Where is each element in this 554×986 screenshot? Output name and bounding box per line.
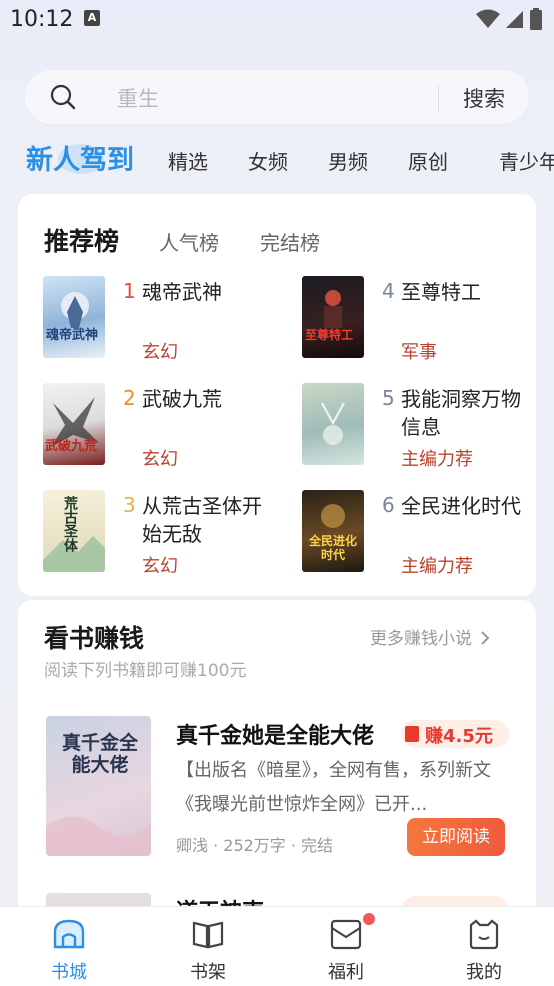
search-input[interactable]: 重生	[117, 83, 159, 113]
book-title: 至尊特工	[401, 280, 481, 304]
ranking-book-item[interactable]: 武破九荒 2 武破九荒 玄幻	[43, 383, 293, 470]
nav-label: 书架	[190, 962, 226, 983]
rank-number: 5	[382, 386, 395, 410]
book-tag: 主编力荐	[401, 449, 473, 470]
rank-number: 1	[123, 279, 136, 303]
book-cover: 荒古圣体	[43, 490, 105, 572]
cover-title: 真千金全能大佬	[61, 732, 138, 776]
ranking-book-item[interactable]: 荒古圣体 3 从荒古圣体开始无敌 玄幻	[43, 490, 293, 577]
book-cover: 至尊特工	[302, 276, 364, 358]
cover-title: 武破九荒	[45, 439, 98, 454]
book-title: 魂帝武神	[142, 280, 222, 304]
profile-icon	[469, 919, 499, 950]
tab-featured[interactable]: 精选	[168, 146, 208, 175]
nav-bookstore[interactable]: 书城	[24, 907, 114, 986]
nav-label: 我的	[466, 962, 502, 983]
earn-section-title: 看书赚钱	[44, 624, 145, 653]
book-tag: 玄幻	[142, 449, 178, 470]
rank-number: 6	[382, 493, 395, 517]
nav-label: 福利	[328, 962, 364, 983]
ranking-card: 推荐榜 人气榜 完结榜 魂帝武神 1 魂帝武神 玄幻 武破九荒 2 武破九荒 玄…	[18, 194, 536, 596]
notification-icon: A	[84, 10, 100, 26]
featured-book-description: 【出版名《暗星》，全网有售，系列新文《我曝光前世惊炸全网》已开...	[176, 760, 491, 815]
tab-popular-rank[interactable]: 人气榜	[159, 227, 219, 256]
more-earn-label: 更多赚钱小说	[370, 629, 472, 649]
earn-subtitle: 阅读下列书籍即可赚100元	[44, 661, 247, 681]
search-icon	[50, 84, 76, 110]
notification-dot	[363, 913, 375, 925]
tab-finished-rank[interactable]: 完结榜	[260, 227, 320, 256]
ranking-book-item[interactable]: 至尊特工 4 至尊特工 军事	[302, 276, 552, 363]
category-tabs: 新人驾到 精选 女频 男频 原创 青少年	[0, 138, 554, 182]
nav-label: 书城	[51, 962, 87, 983]
bookstore-icon	[53, 919, 85, 949]
nav-welfare[interactable]: 福利	[301, 907, 391, 986]
cover-art	[61, 292, 89, 328]
wifi-icon	[476, 9, 500, 28]
tab-new-user[interactable]: 新人驾到	[26, 138, 134, 177]
cover-title: 魂帝武神	[46, 328, 99, 343]
book-title: 武破九荒	[142, 387, 222, 411]
ranking-book-item[interactable]: 5 我能洞察万物信息 主编力荐	[302, 383, 552, 470]
rank-number: 2	[123, 386, 136, 410]
cover-art	[324, 290, 342, 328]
book-tag: 军事	[401, 342, 437, 363]
book-cover: 全民进化时代	[302, 490, 364, 572]
bookshelf-icon	[192, 921, 224, 949]
ranking-book-item[interactable]: 魂帝武神 1 魂帝武神 玄幻	[43, 276, 293, 363]
reward-badge: 赚4.5元	[401, 720, 509, 748]
rank-number: 4	[382, 279, 395, 303]
status-icons	[476, 8, 542, 30]
more-earn-link[interactable]: 更多赚钱小说	[370, 624, 491, 649]
status-time: 10:12	[10, 7, 74, 32]
red-packet-icon	[405, 726, 419, 742]
reward-amount: 赚4.5元	[425, 726, 493, 747]
nav-bookshelf[interactable]: 书架	[163, 907, 253, 986]
tab-youth[interactable]: 青少年	[499, 146, 554, 175]
tab-recommend-rank[interactable]: 推荐榜	[44, 222, 119, 258]
cover-title: 全民进化时代	[308, 534, 357, 562]
bottom-nav: 书城 书架 福利 我的	[0, 906, 554, 986]
search-bar[interactable]: 重生 搜索	[25, 70, 529, 124]
book-tag: 玄幻	[142, 342, 178, 363]
book-tag: 玄幻	[142, 556, 178, 577]
signal-icon	[506, 11, 523, 28]
search-button[interactable]: 搜索	[463, 83, 505, 113]
cover-art	[321, 402, 345, 445]
book-cover: 魂帝武神	[43, 276, 105, 358]
book-title: 从荒古圣体开始无敌	[142, 494, 262, 546]
tab-female[interactable]: 女频	[248, 146, 288, 175]
read-now-button[interactable]: 立即阅读	[407, 818, 505, 856]
nav-profile[interactable]: 我的	[439, 907, 529, 986]
featured-book-cover[interactable]: 真千金全能大佬	[46, 716, 151, 856]
cover-title: 荒古圣体	[62, 496, 78, 552]
battery-icon	[530, 8, 542, 30]
book-tag: 主编力荐	[401, 556, 473, 577]
status-bar: 10:12 A	[0, 0, 554, 40]
book-title: 我能洞察万物信息	[401, 387, 521, 439]
cover-title: 至尊特工	[305, 328, 354, 342]
book-cover: 武破九荒	[43, 383, 105, 465]
rank-number: 3	[123, 493, 136, 517]
book-title: 全民进化时代	[401, 494, 521, 518]
earn-card: 看书赚钱 更多赚钱小说 阅读下列书籍即可赚100元 真千金全能大佬 真千金她是全…	[18, 600, 536, 925]
book-cover	[302, 383, 364, 465]
featured-book-meta: 卿浅 · 252万字 · 完结	[176, 836, 334, 855]
welfare-icon	[330, 919, 362, 950]
tab-original[interactable]: 原创	[408, 146, 448, 175]
tab-male[interactable]: 男频	[328, 146, 368, 175]
chevron-right-icon	[481, 631, 490, 645]
featured-book-title[interactable]: 真千金她是全能大佬	[176, 718, 374, 750]
ranking-book-item[interactable]: 全民进化时代 6 全民进化时代 主编力荐	[302, 490, 552, 577]
search-divider	[438, 85, 439, 111]
